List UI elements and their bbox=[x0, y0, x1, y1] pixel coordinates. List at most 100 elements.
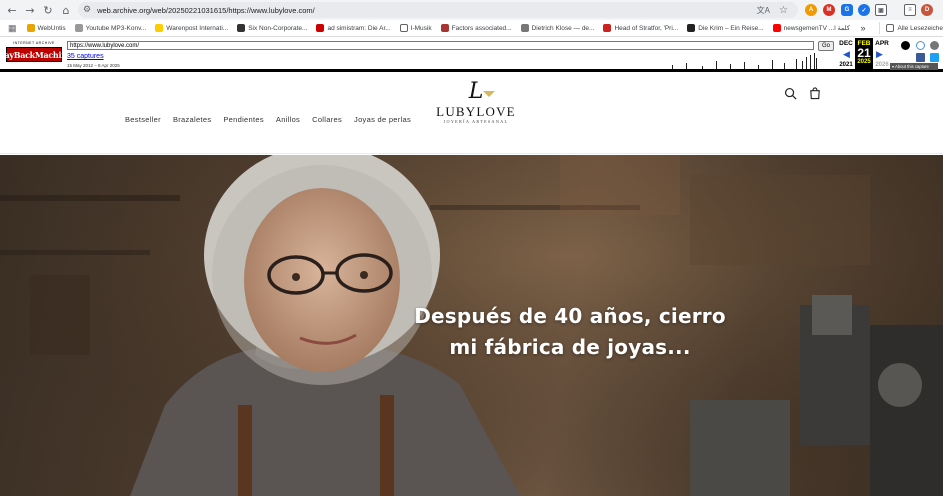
capture-bar[interactable] bbox=[810, 55, 811, 69]
bookmark-folder[interactable]: I-Musik bbox=[399, 24, 432, 32]
bookmark-favicon bbox=[687, 24, 696, 32]
wayback-url-input[interactable]: https://www.lubylove.com/ bbox=[67, 41, 814, 50]
facebook-icon[interactable] bbox=[916, 53, 925, 62]
reading-list-icon[interactable]: ≡ bbox=[904, 4, 916, 16]
current-day: 21 bbox=[857, 46, 871, 60]
reload-icon[interactable]: ↻ bbox=[39, 0, 57, 20]
bookmark-item[interactable]: Six Non-Corporate... bbox=[237, 24, 307, 32]
capture-bar[interactable] bbox=[744, 62, 745, 69]
next-month[interactable]: APR bbox=[873, 40, 891, 47]
bookmark-favicon bbox=[603, 24, 612, 32]
logo-subtitle: INTERNET ARCHIVE bbox=[13, 41, 55, 45]
extension-icon[interactable]: A bbox=[805, 4, 817, 16]
logo-monogram: L bbox=[468, 79, 484, 104]
back-icon[interactable]: ← bbox=[3, 0, 21, 20]
go-button[interactable]: Go bbox=[818, 41, 834, 51]
menu-item-bestseller[interactable]: Bestseller bbox=[125, 115, 161, 124]
apps-grid-icon[interactable]: ▦ bbox=[8, 23, 17, 34]
help-icon[interactable] bbox=[916, 41, 925, 50]
extension-icon[interactable]: ✓ bbox=[858, 4, 870, 16]
prev-year[interactable]: 2021 bbox=[837, 62, 855, 68]
bookmark-item[interactable]: WebUntis bbox=[26, 24, 66, 32]
bookmark-item[interactable]: Dietrich Klose — de... bbox=[520, 24, 595, 32]
search-icon[interactable] bbox=[784, 87, 797, 100]
menu-item-pendientes[interactable]: Pendientes bbox=[223, 115, 264, 124]
bookmark-label: Youtube MP3-Konv... bbox=[85, 24, 147, 32]
user-icon[interactable] bbox=[901, 41, 910, 50]
capture-bar[interactable] bbox=[806, 57, 807, 69]
current-capture: FEB 21 2025 bbox=[855, 38, 873, 69]
translate-icon[interactable]: 文A bbox=[757, 5, 770, 16]
bookmark-item[interactable]: Warenpost Internati... bbox=[155, 24, 228, 32]
header-divider bbox=[0, 153, 943, 154]
capture-bar[interactable] bbox=[796, 59, 797, 69]
extension-icon[interactable]: M bbox=[823, 4, 835, 16]
more-bookmarks-icon[interactable]: » bbox=[860, 23, 865, 33]
bookmark-item[interactable]: newsgemenTV ...l كلمة bbox=[772, 24, 850, 32]
wayback-toolbar: INTERNET ARCHIVE WayBackMachine https://… bbox=[0, 37, 943, 72]
bookmark-favicon bbox=[26, 24, 35, 32]
prev-month[interactable]: DEC bbox=[837, 40, 855, 47]
capture-bar[interactable] bbox=[702, 66, 703, 69]
menu-item-collares[interactable]: Collares bbox=[312, 115, 342, 124]
close-icon[interactable] bbox=[930, 41, 939, 50]
bookmark-label: Head of Stratfor, 'Pri... bbox=[614, 24, 679, 32]
extension-icon[interactable]: G bbox=[841, 4, 853, 16]
capture-bar[interactable] bbox=[816, 58, 817, 69]
home-icon[interactable]: ⌂ bbox=[57, 0, 75, 20]
next-arrow-icon[interactable]: ▶ bbox=[876, 50, 883, 60]
bookmark-label: Die Krim – Ein Reise... bbox=[698, 24, 764, 32]
extensions-puzzle-icon[interactable]: ▣ bbox=[875, 4, 887, 16]
bookmark-favicon bbox=[316, 24, 325, 32]
bookmark-item[interactable]: ad simistram: Die Ar... bbox=[316, 24, 391, 32]
logo-title: WayBackMachine bbox=[0, 47, 72, 62]
header-actions bbox=[784, 87, 821, 100]
bookmark-item[interactable]: Die Krim – Ein Reise... bbox=[687, 24, 764, 32]
bookmark-star-icon[interactable]: ☆ bbox=[779, 5, 788, 16]
capture-histogram[interactable] bbox=[112, 53, 818, 69]
bookmark-label: newsgemenTV ...l كلمة bbox=[783, 25, 850, 32]
menu-item-brazaletes[interactable]: Brazaletes bbox=[173, 115, 211, 124]
about-capture-button[interactable]: ▾ About this capture bbox=[890, 63, 938, 70]
prev-arrow-icon[interactable]: ◀ bbox=[843, 50, 850, 60]
bookmarks-overflow: » Alle Lesezeiche bbox=[856, 20, 943, 36]
hero-banner: Después de 40 años, cierro mi fábrica de… bbox=[0, 155, 943, 496]
bookmark-item[interactable]: Youtube MP3-Konv... bbox=[74, 24, 147, 32]
menu-item-joyas-de-perlas[interactable]: Joyas de perlas bbox=[354, 115, 411, 124]
next-year[interactable]: 2026 bbox=[873, 62, 891, 68]
capture-bar[interactable] bbox=[802, 61, 803, 69]
wayback-logo[interactable]: INTERNET ARCHIVE WayBackMachine bbox=[0, 41, 72, 67]
capture-bar[interactable] bbox=[814, 53, 815, 69]
main-menu: Bestseller Brazaletes Pendientes Anillos… bbox=[125, 115, 423, 124]
forward-icon[interactable]: → bbox=[21, 0, 39, 20]
bookmark-label: I-Musik bbox=[410, 24, 432, 32]
address-url[interactable]: web.archive.org/web/20250221031615/https… bbox=[97, 6, 315, 15]
address-bar[interactable]: ⚙ web.archive.org/web/20250221031615/htt… bbox=[78, 2, 798, 18]
captures-link[interactable]: 35 captures bbox=[67, 53, 104, 60]
bookmarks-bar: ▦ WebUntis Youtube MP3-Konv... Warenpost… bbox=[0, 20, 943, 37]
youtube-icon bbox=[772, 24, 781, 32]
bookmark-item[interactable]: Head of Stratfor, 'Pri... bbox=[603, 24, 678, 32]
site-info-icon[interactable]: ⚙ bbox=[83, 5, 91, 15]
capture-bar[interactable] bbox=[686, 63, 687, 69]
bookmark-label: WebUntis bbox=[37, 24, 66, 32]
capture-bar[interactable] bbox=[730, 64, 731, 69]
bookmark-label: Dietrich Klose — de... bbox=[531, 24, 595, 32]
brand-logo[interactable]: L LUBYLOVE JOYERÍA ARTESANAL bbox=[431, 81, 521, 125]
all-bookmarks-link[interactable]: Alle Lesezeiche bbox=[897, 25, 943, 32]
capture-bar[interactable] bbox=[716, 61, 717, 69]
profile-avatar[interactable]: D bbox=[921, 4, 933, 16]
current-year: 2025 bbox=[857, 59, 871, 65]
capture-bar[interactable] bbox=[672, 65, 673, 69]
calendar-nav: DEC ◀ 2021 FEB 21 2025 APR ▶ 2026 bbox=[837, 38, 891, 69]
capture-bar[interactable] bbox=[758, 65, 759, 69]
capture-bar[interactable] bbox=[772, 60, 773, 69]
cart-icon[interactable] bbox=[809, 87, 821, 100]
twitter-icon[interactable] bbox=[930, 53, 939, 62]
bookmark-label: ad simistram: Die Ar... bbox=[327, 24, 391, 32]
bookmark-favicon bbox=[74, 24, 83, 32]
menu-item-anillos[interactable]: Anillos bbox=[276, 115, 300, 124]
capture-bar[interactable] bbox=[784, 63, 785, 69]
bookmark-item[interactable]: Factors associated... bbox=[440, 24, 512, 32]
hero-line-1: Después de 40 años, cierro bbox=[414, 304, 726, 328]
